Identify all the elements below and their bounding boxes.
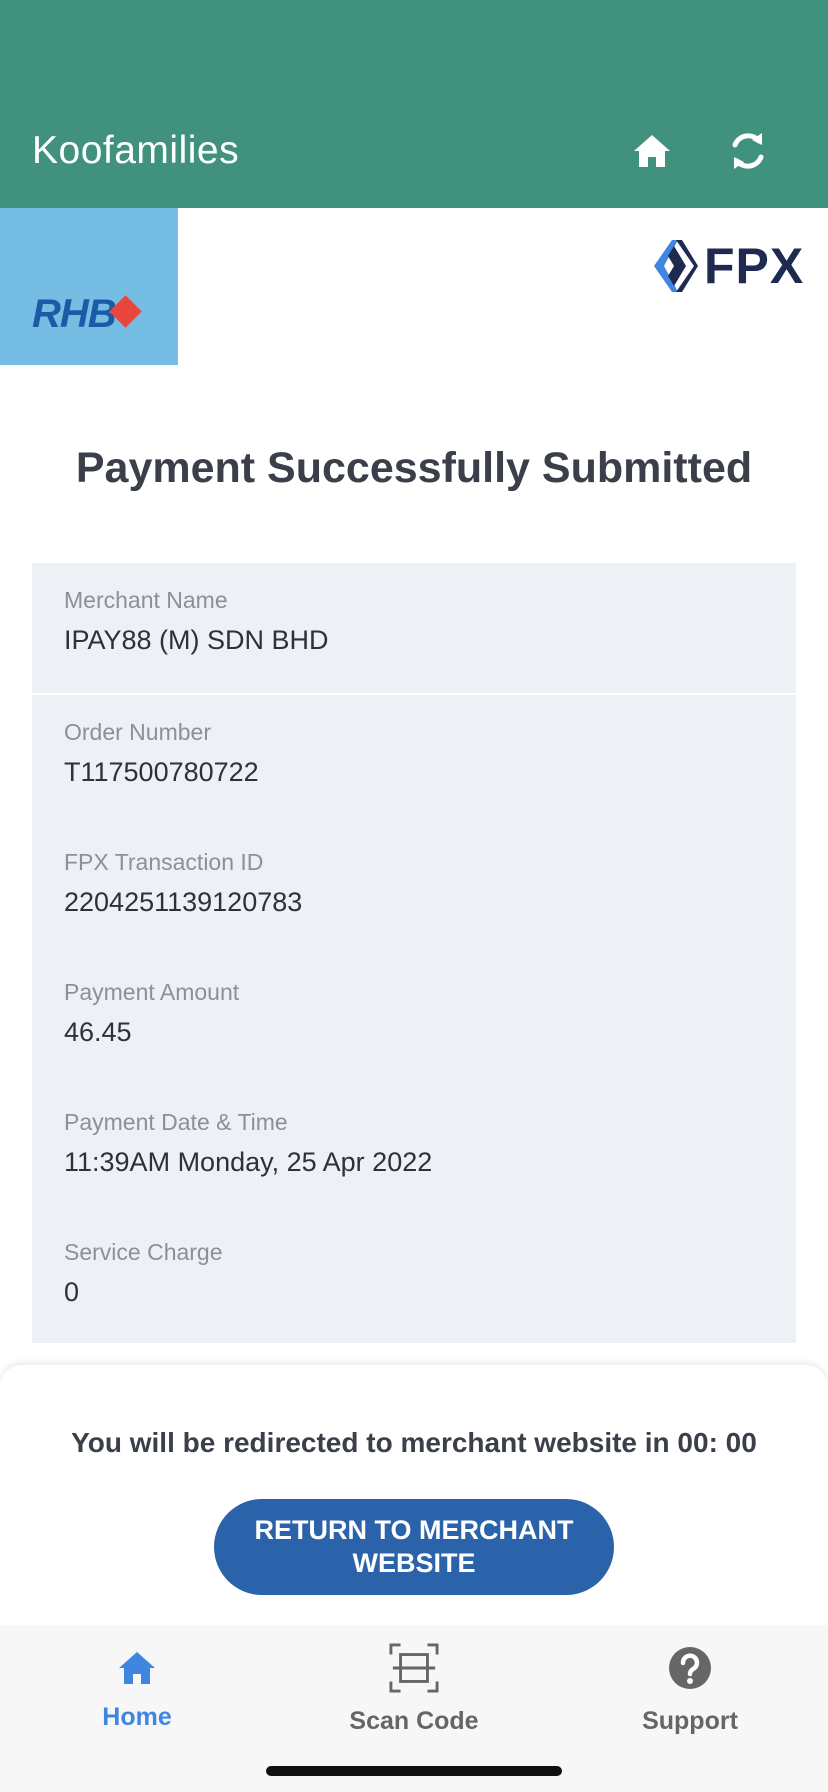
payment-status-title: Payment Successfully Submitted (75, 444, 753, 492)
merchant-name-label: Merchant Name (64, 587, 228, 613)
return-to-merchant-button[interactable]: RETURN TO MERCHANT WEBSITE (214, 1499, 614, 1595)
tab-home-label: Home (102, 1703, 172, 1731)
redirect-footer: You will be redirected to merchant websi… (0, 1365, 828, 1625)
home-indicator (266, 1766, 562, 1776)
fpx-logo: FPX (650, 238, 810, 294)
payment-amount-label: Payment Amount (64, 979, 240, 1005)
service-charge-label: Service Charge (64, 1239, 223, 1265)
home-button[interactable] (623, 122, 681, 180)
home-icon (634, 135, 670, 167)
tab-support-label: Support (642, 1707, 738, 1735)
payment-datetime-value: 11:39AM Monday, 25 Apr 2022 (64, 1147, 433, 1177)
home-icon (119, 1652, 155, 1684)
fpx-transaction-id-label: FPX Transaction ID (64, 849, 264, 875)
order-number-value: T117500780722 (64, 757, 259, 787)
order-number-label: Order Number (64, 719, 211, 745)
tab-scan-code[interactable]: Scan Code (314, 1643, 514, 1743)
fpx-transaction-id-value: 2204251139120783 (64, 887, 303, 917)
refresh-icon (732, 133, 764, 169)
app-bar: Koofamilies (0, 0, 828, 208)
tab-home[interactable]: Home (37, 1643, 237, 1743)
merchant-name-block: Merchant Name IPAY88 (M) SDN BHD (32, 563, 796, 695)
return-to-merchant-label: RETURN TO MERCHANT WEBSITE (254, 1515, 574, 1578)
tab-scan-code-label: Scan Code (349, 1707, 479, 1735)
help-icon (669, 1647, 711, 1689)
redirect-countdown-text: You will be redirected to merchant websi… (71, 1427, 757, 1458)
fpx-logo-text: FPX (704, 238, 805, 294)
merchant-name-value: IPAY88 (M) SDN BHD (64, 625, 329, 655)
payment-datetime-label: Payment Date & Time (64, 1109, 288, 1135)
bank-logo-text: RHB (32, 292, 117, 336)
refresh-button[interactable] (719, 122, 777, 180)
bank-logo: RHB (0, 208, 178, 365)
payment-details-panel: Merchant Name IPAY88 (M) SDN BHD Order N… (32, 563, 796, 1343)
scan-code-icon (389, 1643, 439, 1693)
payment-amount-value: 46.45 (64, 1017, 132, 1047)
fpx-chevron-icon (654, 240, 698, 292)
app-title: Koofamilies (32, 129, 240, 172)
tab-support[interactable]: Support (590, 1643, 790, 1743)
service-charge-value: 0 (64, 1277, 80, 1307)
